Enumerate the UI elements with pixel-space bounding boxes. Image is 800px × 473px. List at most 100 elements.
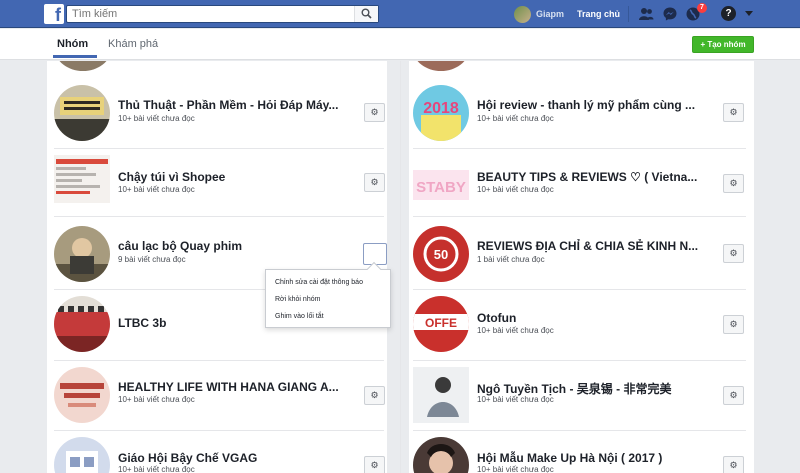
avatar	[514, 6, 531, 23]
group-avatar[interactable]	[54, 85, 110, 141]
gear-icon: ⚙	[370, 390, 379, 400]
search-icon	[361, 8, 372, 19]
row-divider	[54, 216, 384, 217]
tab-explore[interactable]: Khám phá	[108, 38, 158, 50]
group-name[interactable]: Hội Mẫu Make Up Hà Nội ( 2017 )	[477, 451, 662, 465]
unread-posts-count: 10+ bài viết chưa đọc	[118, 185, 195, 194]
gear-icon: ⚙	[729, 178, 738, 188]
group-settings-button[interactable]: ⚙	[364, 173, 385, 192]
avatar-badge-text: 50	[434, 247, 448, 262]
group-photo	[54, 226, 110, 282]
group-photo	[54, 367, 110, 423]
group-settings-button-open[interactable]	[363, 243, 387, 265]
gear-icon: ⚙	[729, 460, 738, 470]
top-navigation-bar: f Giapm Trang chủ 7 ?	[0, 0, 800, 28]
group-avatar[interactable]	[54, 367, 110, 423]
help-icon[interactable]: ?	[721, 6, 736, 21]
notification-badge: 7	[697, 3, 707, 13]
row-divider	[413, 430, 746, 431]
gear-icon: ⚙	[370, 460, 379, 470]
avatar-badge-text: 2018	[423, 100, 459, 117]
group-avatar[interactable]: 2018	[413, 85, 469, 141]
unread-posts-count: 10+ bài viết chưa đọc	[477, 114, 554, 123]
group-name[interactable]: câu lạc bộ Quay phim	[118, 239, 242, 253]
facebook-logo-icon[interactable]: f	[44, 4, 64, 24]
group-name[interactable]: Chậy túi vì Shopee	[118, 170, 225, 184]
row-divider	[54, 148, 384, 149]
group-photo: STABY	[413, 170, 469, 200]
groups-tabs-bar: Nhóm Khám phá + Tạo nhóm	[0, 29, 800, 60]
group-settings-button[interactable]: ⚙	[723, 456, 744, 473]
gear-icon: ⚙	[370, 107, 379, 117]
search-input[interactable]	[72, 7, 352, 21]
friend-requests-icon[interactable]	[638, 6, 654, 22]
account-menu-chevron-down-icon[interactable]	[745, 11, 753, 16]
row-divider	[413, 360, 746, 361]
home-link[interactable]: Trang chủ	[577, 9, 620, 19]
group-settings-button[interactable]: ⚙	[723, 174, 744, 193]
row-divider	[413, 289, 746, 290]
group-name[interactable]: REVIEWS ĐỊA CHỈ & CHIA SẺ KINH N...	[477, 239, 698, 253]
group-photo	[54, 85, 110, 141]
unread-posts-count: 10+ bài viết chưa đọc	[477, 395, 554, 404]
group-avatar[interactable]	[54, 296, 110, 352]
menu-item-pin-shortcut[interactable]: Ghim vào lối tắt	[275, 313, 324, 320]
menu-item-edit-notifications[interactable]: Chỉnh sửa cài đặt thông báo	[275, 279, 363, 286]
group-avatar[interactable]: STABY	[413, 170, 469, 200]
group-settings-button[interactable]: ⚙	[723, 103, 744, 122]
menu-item-leave-group[interactable]: Rời khỏi nhóm	[275, 296, 320, 303]
unread-posts-count: 10+ bài viết chưa đọc	[118, 114, 195, 123]
create-group-button[interactable]: + Tạo nhóm	[692, 36, 754, 53]
row-divider	[413, 148, 746, 149]
group-name[interactable]: Otofun	[477, 311, 516, 325]
nav-divider	[628, 6, 629, 22]
group-avatar[interactable]	[54, 226, 110, 282]
profile-name: Giapm	[536, 9, 565, 19]
group-photo	[54, 296, 110, 352]
avatar-badge-text: OFFE	[425, 316, 457, 330]
column-divider	[400, 61, 401, 473]
group-settings-button[interactable]: ⚙	[364, 456, 385, 473]
gear-icon: ⚙	[370, 177, 379, 187]
avatar-badge-text: STABY	[416, 179, 466, 196]
unread-posts-count: 1 bài viết chưa đọc	[477, 255, 545, 264]
gear-icon: ⚙	[729, 248, 738, 258]
search-button[interactable]	[354, 6, 378, 22]
group-avatar[interactable]	[54, 155, 110, 203]
group-avatar[interactable]: 50	[413, 226, 469, 282]
group-settings-button[interactable]: ⚙	[723, 315, 744, 334]
gear-icon: ⚙	[729, 390, 738, 400]
unread-posts-count: 10+ bài viết chưa đọc	[118, 395, 195, 404]
group-photo: OFFE	[413, 296, 469, 352]
unread-posts-count: 9 bài viết chưa đọc	[118, 255, 186, 264]
group-avatar[interactable]	[413, 367, 469, 423]
unread-posts-count: 10+ bài viết chưa đọc	[477, 326, 554, 335]
row-divider	[413, 216, 746, 217]
gear-icon: ⚙	[729, 319, 738, 329]
group-name[interactable]: BEAUTY TIPS & REVIEWS ♡ ( Vietna...	[477, 170, 697, 184]
group-name[interactable]: Hội review - thanh lý mỹ phẩm cùng ...	[477, 98, 695, 112]
active-tab-indicator	[53, 55, 97, 58]
group-options-menu: Chỉnh sửa cài đặt thông báo Rời khỏi nhó…	[265, 261, 391, 328]
group-settings-button[interactable]: ⚙	[723, 244, 744, 263]
group-name[interactable]: LTBC 3b	[118, 316, 166, 330]
messenger-icon[interactable]	[662, 6, 678, 22]
group-name[interactable]: Giáo Hội Bậy Chế VGAG	[118, 451, 257, 465]
unread-posts-count: 10+ bài viết chưa đọc	[477, 465, 554, 473]
row-divider	[54, 360, 384, 361]
group-settings-button[interactable]: ⚙	[723, 386, 744, 405]
unread-posts-count: 10+ bài viết chưa đọc	[118, 465, 195, 473]
group-photo: 2018	[413, 85, 469, 141]
group-name[interactable]: Thủ Thuật - Phần Mềm - Hỏi Đáp Máy...	[118, 98, 338, 112]
group-photo: 50	[413, 226, 469, 282]
group-avatar[interactable]: OFFE	[413, 296, 469, 352]
unread-posts-count: 10+ bài viết chưa đọc	[477, 185, 554, 194]
group-photo	[413, 367, 469, 423]
group-photo	[54, 155, 110, 203]
group-name[interactable]: HEALTHY LIFE WITH HANA GIANG A...	[118, 380, 339, 394]
gear-icon: ⚙	[729, 107, 738, 117]
group-settings-button[interactable]: ⚙	[364, 103, 385, 122]
tab-groups[interactable]: Nhóm	[57, 38, 88, 50]
group-settings-button[interactable]: ⚙	[364, 386, 385, 405]
row-divider	[54, 430, 384, 431]
